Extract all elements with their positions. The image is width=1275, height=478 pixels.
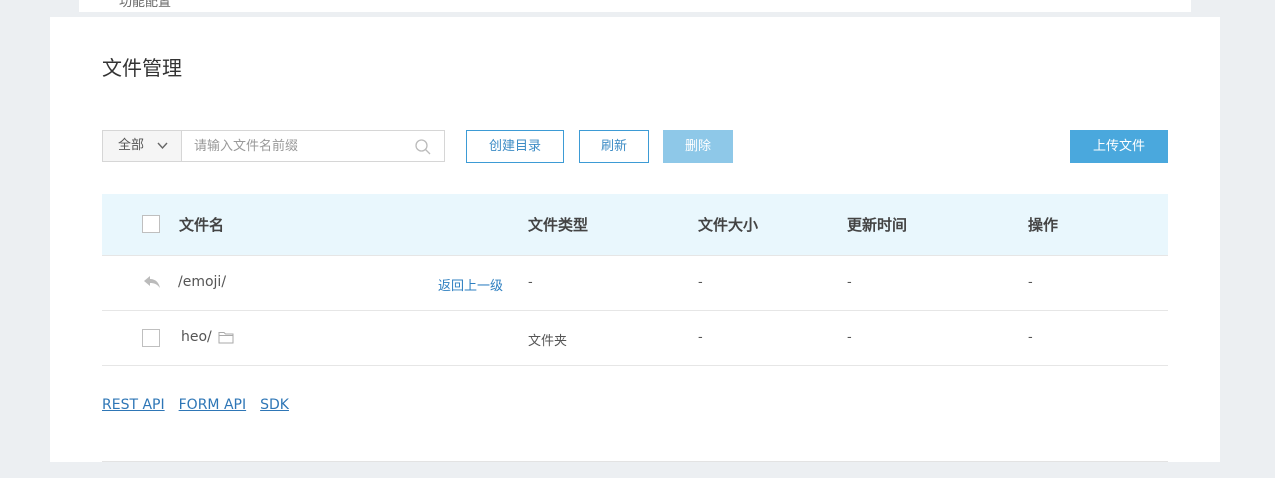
row-updated: - [847, 330, 852, 345]
folder-icon [218, 332, 234, 344]
search-icon[interactable] [414, 138, 432, 156]
current-path: /emoji/ [178, 274, 227, 290]
select-all-checkbox[interactable] [142, 215, 160, 233]
table-header: 文件名 文件类型 文件大小 更新时间 操作 [102, 194, 1168, 256]
chevron-down-icon [157, 131, 168, 173]
scope-dropdown[interactable]: 全部 [102, 130, 182, 162]
file-table: 文件名 文件类型 文件大小 更新时间 操作 /emoji/ 返回上一级 - - … [102, 194, 1168, 366]
table-row: heo/ 文件夹 - - - [102, 311, 1168, 366]
row-checkbox[interactable] [142, 329, 160, 347]
page-title: 文件管理 [102, 56, 182, 80]
row-size: - [698, 330, 703, 345]
parent-type: - [528, 275, 533, 290]
row-type: 文件夹 [528, 334, 568, 349]
top-panel-remnant: 功能配置 [79, 0, 1191, 12]
go-up-link[interactable]: 返回上一级 [438, 275, 503, 294]
parent-directory-row: /emoji/ 返回上一级 - - - - [102, 256, 1168, 311]
sdk-link[interactable]: SDK [260, 397, 289, 413]
header-updated: 更新时间 [847, 216, 908, 234]
header-filetype: 文件类型 [528, 216, 589, 234]
header-filename: 文件名 [179, 216, 225, 234]
file-management-card: 文件管理 全部 创建目录 刷新 删除 上传文件 文件名 文件类型 文件大小 更新… [50, 17, 1220, 462]
search-box [181, 130, 445, 162]
header-actions: 操作 [1028, 216, 1059, 234]
header-filesize: 文件大小 [698, 216, 759, 234]
folder-name-link[interactable]: heo/ [181, 329, 212, 345]
rest-api-link[interactable]: REST API [102, 397, 165, 413]
create-directory-button[interactable]: 创建目录 [466, 130, 564, 163]
search-input[interactable] [182, 131, 404, 161]
api-links: REST API FORM API SDK [102, 397, 303, 413]
top-panel-title: 功能配置 [119, 0, 172, 10]
reply-arrow-icon [144, 276, 160, 288]
divider [102, 461, 1168, 462]
parent-size: - [698, 275, 703, 290]
delete-button[interactable]: 删除 [663, 130, 733, 163]
toolbar: 全部 创建目录 刷新 删除 上传文件 [102, 130, 1168, 164]
form-api-link[interactable]: FORM API [179, 397, 246, 413]
scope-dropdown-value: 全部 [118, 138, 145, 153]
row-actions: - [1028, 330, 1033, 345]
upload-file-button[interactable]: 上传文件 [1070, 130, 1168, 163]
refresh-button[interactable]: 刷新 [579, 130, 649, 163]
parent-actions: - [1028, 275, 1033, 290]
parent-updated: - [847, 275, 852, 290]
